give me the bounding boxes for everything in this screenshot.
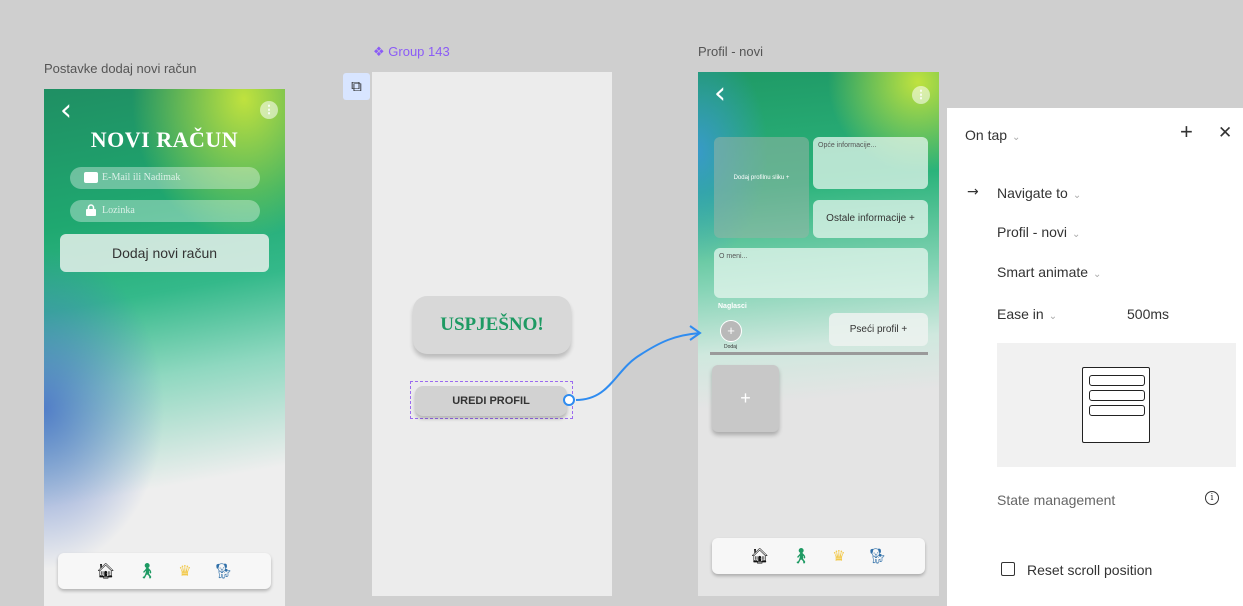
- reset-scroll-label: Reset scroll position: [1027, 562, 1153, 578]
- easing-dropdown[interactable]: Ease in ⌄: [997, 306, 1057, 322]
- chevron-down-icon: ⌄: [1072, 190, 1082, 201]
- preview-screen: [1082, 367, 1150, 443]
- action-label: Navigate to: [997, 185, 1068, 201]
- interaction-panel: On tap ⌄ + ✕ → Navigate to ⌄ Profil - novi…: [947, 108, 1243, 606]
- chevron-down-icon: ⌄: [1012, 132, 1021, 143]
- action-dropdown[interactable]: Navigate to ⌄: [997, 185, 1081, 201]
- arrow-right-icon: →: [967, 184, 979, 200]
- state-management-label: State management: [997, 492, 1116, 508]
- preview-row: [1089, 405, 1145, 416]
- chevron-down-icon: ⌄: [1072, 229, 1081, 240]
- duration-input[interactable]: 500ms: [1127, 306, 1169, 322]
- trigger-label: On tap: [965, 127, 1008, 143]
- preview-row: [1089, 390, 1145, 401]
- animation-label: Smart animate: [997, 264, 1089, 280]
- trigger-dropdown[interactable]: On tap ⌄: [965, 127, 1020, 143]
- destination-dropdown[interactable]: Profil - novi ⌄: [997, 224, 1080, 240]
- animation-dropdown[interactable]: Smart animate ⌄: [997, 264, 1101, 280]
- destination-label: Profil - novi: [997, 224, 1068, 240]
- chevron-down-icon: ⌄: [1048, 311, 1058, 322]
- animation-preview: [997, 343, 1236, 467]
- easing-label: Ease in: [997, 306, 1044, 322]
- preview-row: [1089, 375, 1145, 386]
- reset-scroll-checkbox[interactable]: [1001, 562, 1015, 576]
- close-icon[interactable]: ✕: [1218, 123, 1232, 143]
- info-icon[interactable]: i: [1205, 491, 1219, 505]
- connector-handle[interactable]: [563, 394, 575, 406]
- add-interaction-button[interactable]: +: [1180, 119, 1193, 145]
- chevron-down-icon: ⌄: [1093, 269, 1102, 280]
